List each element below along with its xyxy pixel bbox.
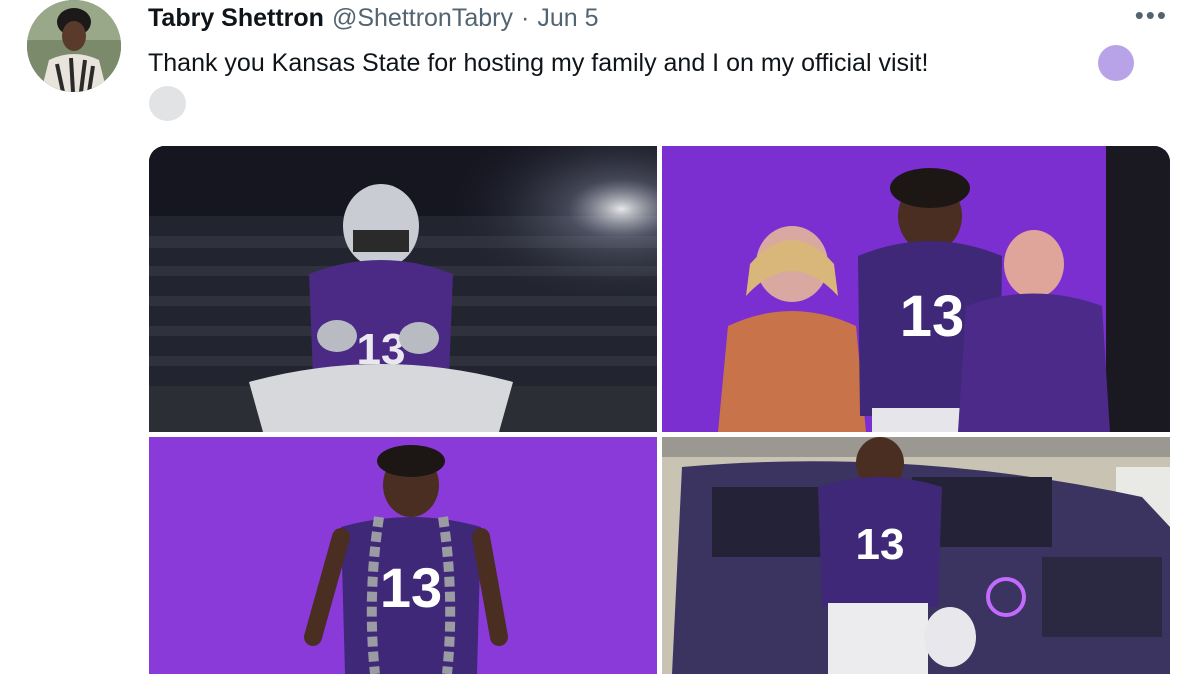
more-options-icon[interactable]: ••• xyxy=(1135,2,1168,28)
media-grid: 13 13 13 13 xyxy=(149,146,1170,674)
photo-chains[interactable]: 13 xyxy=(149,437,657,674)
white-circle-emoji xyxy=(149,86,186,121)
tweet-header: Tabry Shettron @ShettronTabry · Jun 5 xyxy=(148,0,598,36)
separator-dot: · xyxy=(520,4,530,32)
user-handle[interactable]: @ShettronTabry xyxy=(332,0,513,36)
tweet-date[interactable]: Jun 5 xyxy=(537,0,598,36)
jersey-number: 13 xyxy=(856,520,905,569)
photo-stadium-seated[interactable]: 13 xyxy=(149,146,657,432)
avatar[interactable] xyxy=(27,0,121,92)
display-name[interactable]: Tabry Shettron xyxy=(148,0,324,36)
photo-family[interactable]: 13 xyxy=(662,146,1170,432)
jersey-number: 13 xyxy=(900,284,965,349)
tweet-text: Thank you Kansas State for hosting my fa… xyxy=(148,49,929,77)
jersey-number: 13 xyxy=(380,556,442,619)
purple-heart-emoji xyxy=(1098,45,1134,81)
photo-jeep[interactable]: 13 xyxy=(662,437,1170,674)
